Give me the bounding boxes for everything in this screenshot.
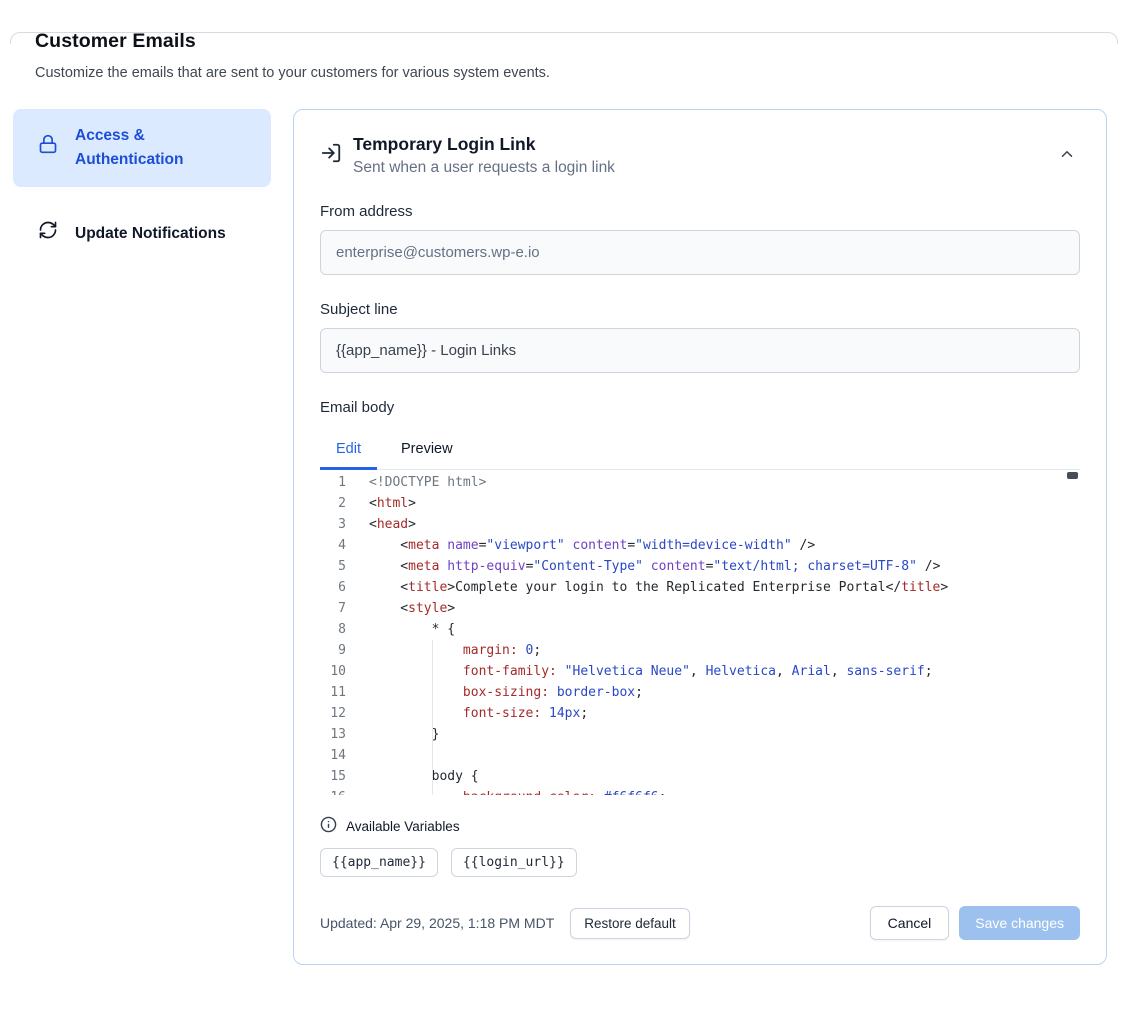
variable-chip-login-url[interactable]: {{login_url}} <box>451 848 577 877</box>
from-address-label: From address <box>320 203 1080 220</box>
tab-edit[interactable]: Edit <box>320 432 377 470</box>
code-line: 3 <head> <box>320 514 1080 535</box>
code-line: 6 <title>Complete your login to the Repl… <box>320 577 1080 598</box>
email-config-panel: Temporary Login Link Sent when a user re… <box>293 109 1107 965</box>
code-line: 11 box-sizing: border-box; <box>320 682 1080 703</box>
sidebar-item-access-authentication[interactable]: Access & Authentication <box>13 109 271 187</box>
code-text: body { <box>369 766 479 787</box>
line-number: 8 <box>320 619 346 640</box>
code-text: } <box>369 724 439 745</box>
code-text: font-family: "Helvetica Neue", Helvetica… <box>369 661 933 682</box>
code-text: <head> <box>369 514 416 535</box>
code-line: 15 body { <box>320 766 1080 787</box>
code-line: 5 <meta http-equiv="Content-Type" conten… <box>320 556 1080 577</box>
cancel-button[interactable]: Cancel <box>870 906 950 940</box>
code-line: 14 <box>320 745 1080 766</box>
code-text: * { <box>369 619 455 640</box>
code-line: 7 <style> <box>320 598 1080 619</box>
code-line: 1 <!DOCTYPE html> <box>320 472 1080 493</box>
subject-line-input[interactable] <box>320 328 1080 373</box>
code-editor-lines: 1<!DOCTYPE html>2<html>3<head>4 <meta na… <box>320 472 1080 795</box>
code-text: <style> <box>369 598 455 619</box>
variable-chips: {{app_name}} {{login_url}} <box>320 848 1080 877</box>
code-line: 10 font-family: "Helvetica Neue", Helvet… <box>320 661 1080 682</box>
code-text: font-size: 14px; <box>369 703 588 724</box>
indent-guide <box>432 640 433 795</box>
main-layout: Access & Authentication Update Notificat… <box>13 109 1107 965</box>
lock-icon <box>38 134 58 162</box>
outer-card-top-border <box>10 32 1118 44</box>
email-types-sidebar: Access & Authentication Update Notificat… <box>13 109 271 263</box>
sidebar-item-update-notifications[interactable]: Update Notifications <box>13 205 271 263</box>
line-number: 11 <box>320 682 346 703</box>
editor-scrollbar-thumb[interactable] <box>1067 472 1078 479</box>
panel-header-text: Temporary Login Link Sent when a user re… <box>353 134 615 177</box>
info-icon <box>320 816 337 836</box>
code-line: 16 background-color: #f6f6f6; <box>320 787 1080 795</box>
line-number: 9 <box>320 640 346 661</box>
line-number: 3 <box>320 514 346 535</box>
panel-header: Temporary Login Link Sent when a user re… <box>320 134 1080 177</box>
code-text: background-color: #f6f6f6; <box>369 787 666 795</box>
subject-line-label: Subject line <box>320 301 1080 318</box>
variable-chip-app-name[interactable]: {{app_name}} <box>320 848 438 877</box>
panel-subtitle: Sent when a user requests a login link <box>353 159 615 177</box>
updated-timestamp: Updated: Apr 29, 2025, 1:18 PM MDT <box>320 915 554 931</box>
line-number: 15 <box>320 766 346 787</box>
code-text: <html> <box>369 493 416 514</box>
code-editor[interactable]: 1<!DOCTYPE html>2<html>3<head>4 <meta na… <box>320 470 1080 795</box>
email-body-label: Email body <box>320 399 1080 416</box>
refresh-icon <box>38 220 58 248</box>
code-line: 2 <html> <box>320 493 1080 514</box>
collapse-button[interactable] <box>1054 141 1080 170</box>
code-line: 4 <meta name="viewport" content="width=d… <box>320 535 1080 556</box>
code-line: 8 * { <box>320 619 1080 640</box>
code-text: <title>Complete your login to the Replic… <box>369 577 948 598</box>
code-text: <meta http-equiv="Content-Type" content=… <box>369 556 940 577</box>
line-number: 5 <box>320 556 346 577</box>
code-line: 9 margin: 0; <box>320 640 1080 661</box>
line-number: 4 <box>320 535 346 556</box>
line-number: 10 <box>320 661 346 682</box>
code-text: box-sizing: border-box; <box>369 682 643 703</box>
sidebar-item-label: Access & Authentication <box>75 124 257 172</box>
save-changes-button[interactable]: Save changes <box>959 906 1080 940</box>
login-icon <box>320 142 342 169</box>
page-subtitle: Customize the emails that are sent to yo… <box>35 65 1128 81</box>
line-number: 12 <box>320 703 346 724</box>
chevron-up-icon <box>1058 151 1076 166</box>
panel-footer: Updated: Apr 29, 2025, 1:18 PM MDT Resto… <box>320 906 1080 940</box>
code-text: <meta name="viewport" content="width=dev… <box>369 535 815 556</box>
code-line: 12 font-size: 14px; <box>320 703 1080 724</box>
code-line: 13 } <box>320 724 1080 745</box>
line-number: 2 <box>320 493 346 514</box>
code-text: <!DOCTYPE html> <box>369 472 486 493</box>
available-variables-row: Available Variables <box>320 816 1080 836</box>
line-number: 13 <box>320 724 346 745</box>
tab-preview[interactable]: Preview <box>385 432 469 470</box>
editor-tabs: Edit Preview <box>320 432 1080 470</box>
line-number: 7 <box>320 598 346 619</box>
from-address-input[interactable] <box>320 230 1080 275</box>
available-variables-label: Available Variables <box>346 819 460 834</box>
sidebar-item-label: Update Notifications <box>75 222 226 246</box>
line-number: 16 <box>320 787 346 795</box>
restore-default-button[interactable]: Restore default <box>570 908 690 939</box>
code-text: margin: 0; <box>369 640 541 661</box>
line-number: 14 <box>320 745 346 766</box>
line-number: 1 <box>320 472 346 493</box>
line-number: 6 <box>320 577 346 598</box>
panel-title: Temporary Login Link <box>353 134 615 155</box>
